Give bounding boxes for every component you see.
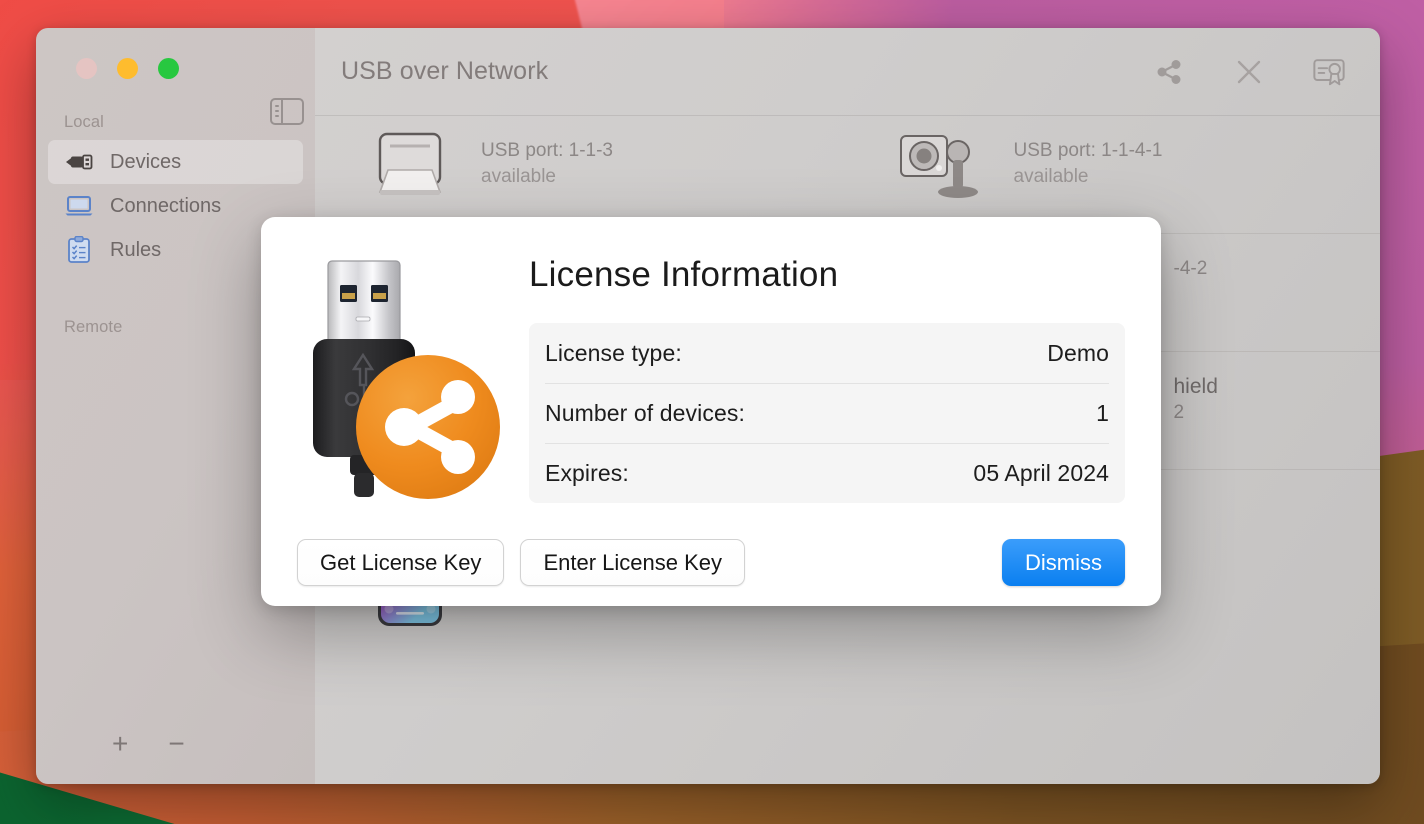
license-row-expires: Expires: 05 April 2024	[545, 443, 1109, 503]
license-information-dialog: License Information License type: Demo N…	[261, 217, 1161, 606]
usb-share-icon	[297, 251, 503, 517]
license-type-label: License type:	[545, 339, 682, 366]
dismiss-button[interactable]: Dismiss	[1002, 539, 1125, 587]
license-row-devices: Number of devices: 1	[545, 383, 1109, 443]
license-type-value: Demo	[1047, 339, 1109, 366]
enter-license-key-button[interactable]: Enter License Key	[520, 539, 745, 587]
dialog-backdrop: License Information License type: Demo N…	[0, 0, 1424, 824]
get-license-key-button[interactable]: Get License Key	[297, 539, 505, 587]
number-of-devices-value: 1	[1096, 400, 1109, 426]
expires-label: Expires:	[545, 460, 629, 486]
license-row-type: License type: Demo	[545, 323, 1109, 383]
expires-value: 05 April 2024	[973, 460, 1109, 486]
number-of-devices-label: Number of devices:	[545, 400, 745, 426]
license-details-table: License type: Demo Number of devices: 1 …	[529, 323, 1125, 503]
dialog-title: License Information	[529, 255, 839, 294]
dialog-actions: Get License Key Enter License Key Dismis…	[297, 539, 1125, 587]
